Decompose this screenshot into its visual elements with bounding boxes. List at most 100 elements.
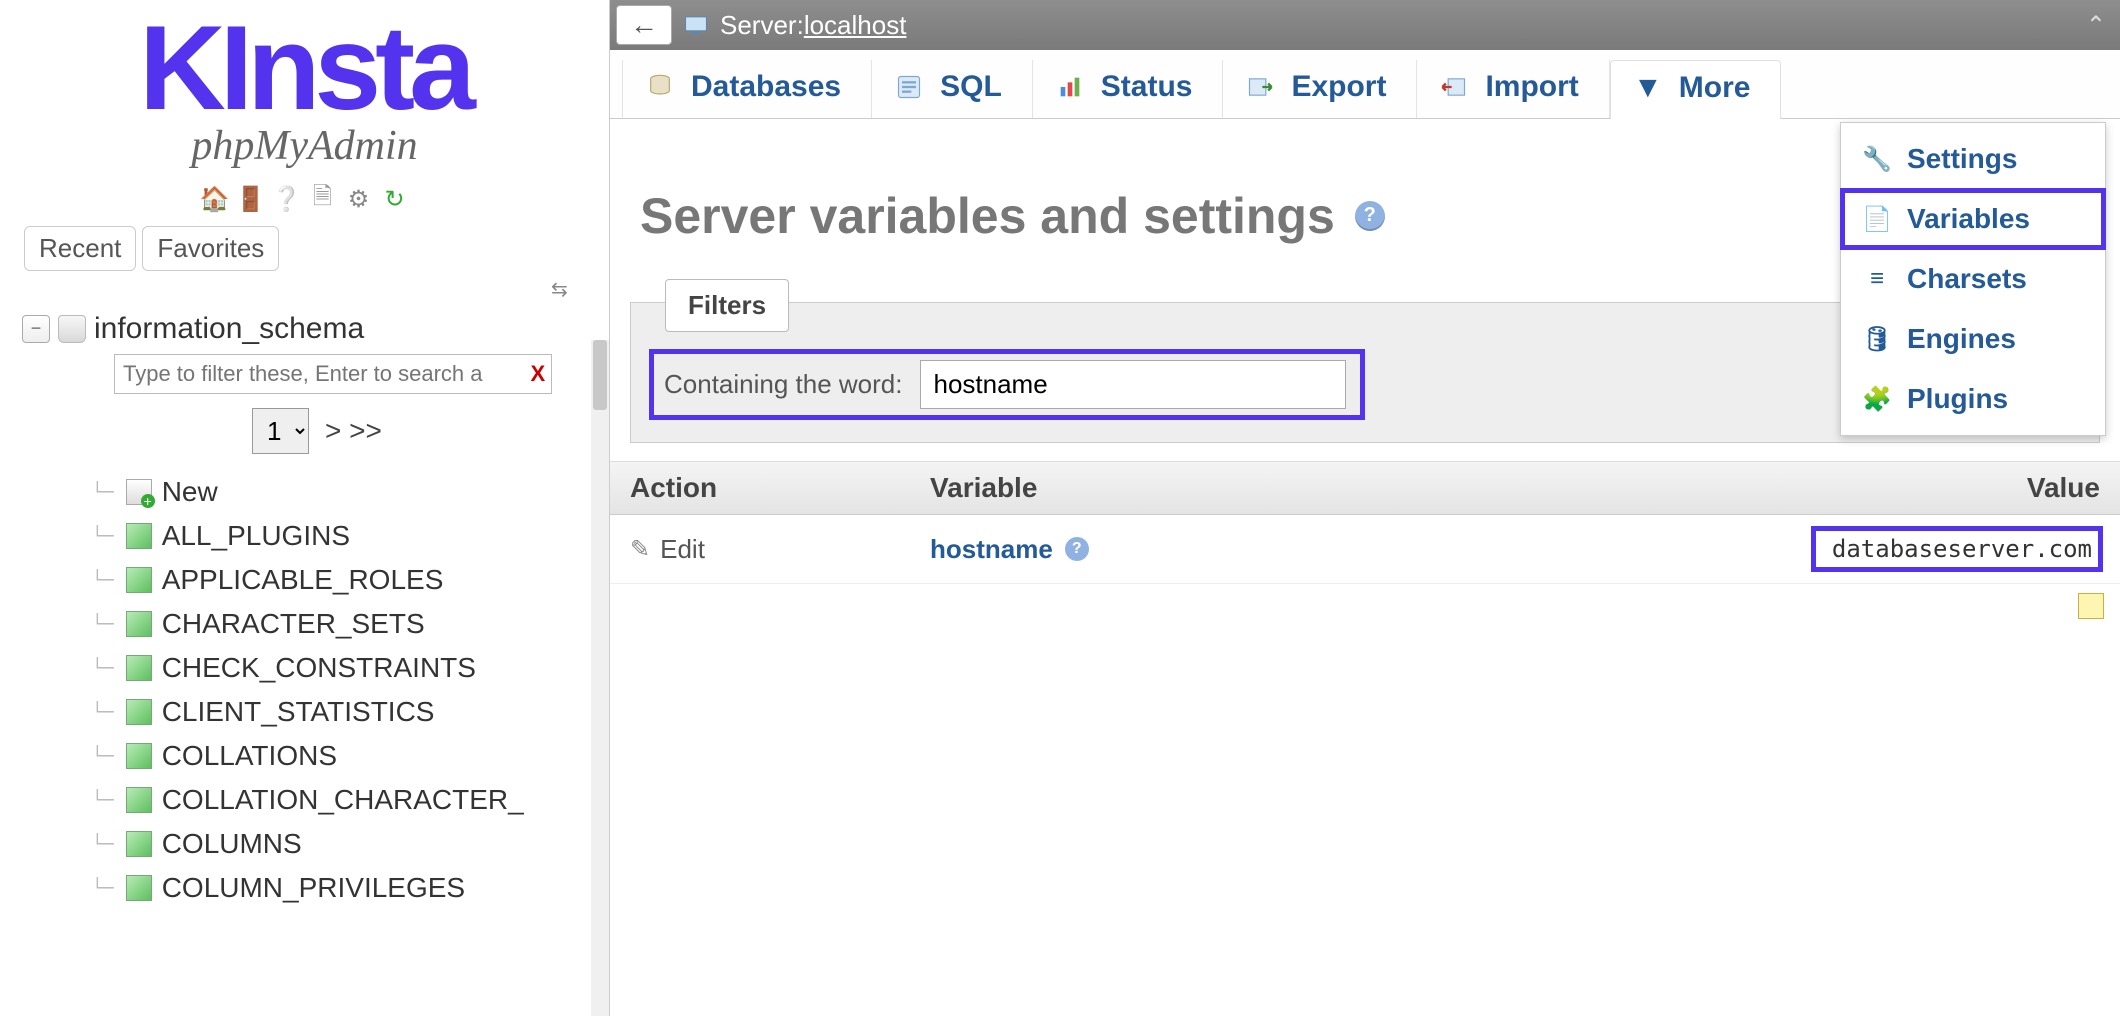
page-help-icon[interactable]: ? xyxy=(1355,201,1385,231)
table-icon xyxy=(126,567,152,593)
tab-label: Databases xyxy=(691,70,841,104)
tree-item-new[interactable]: └─New xyxy=(92,470,609,514)
sidebar: KInsta phpMyAdmin 🏠 🚪 ❔ 🗎 ⚙ ↻ Recent Fav… xyxy=(0,0,610,1016)
dropdown-item-variables[interactable]: 📄Variables xyxy=(1841,189,2105,249)
tab-export[interactable]: Export xyxy=(1223,60,1417,118)
table-icon xyxy=(126,655,152,681)
tree-item-label: COLLATIONS xyxy=(162,740,337,772)
dropdown-item-engines[interactable]: 🛢Engines xyxy=(1841,309,2105,369)
charsets-icon: ≡ xyxy=(1863,265,1891,293)
table-icon xyxy=(126,523,152,549)
tree-item-label: CHECK_CONSTRAINTS xyxy=(162,652,476,684)
reload-icon[interactable]: ↻ xyxy=(380,184,410,214)
dropdown-item-settings[interactable]: 🔧 Settings xyxy=(1841,129,2105,189)
server-icon xyxy=(682,11,710,39)
import-icon xyxy=(1439,72,1469,102)
tree-filter-input[interactable] xyxy=(114,354,552,394)
wrench-icon: 🔧 xyxy=(1863,145,1891,173)
tree-item-label: COLUMNS xyxy=(162,828,302,860)
home-icon[interactable]: 🏠 xyxy=(200,184,230,214)
variables-table: Action Variable Value ✎ Edit hostname ? … xyxy=(610,461,2120,584)
tree-connector-icon: └─ xyxy=(92,614,114,635)
tree-item-table[interactable]: └─ CHECK_CONSTRAINTS xyxy=(92,646,609,690)
tree-connector-icon: └─ xyxy=(92,702,114,723)
table-icon xyxy=(126,831,152,857)
tree-pager-next[interactable]: > >> xyxy=(325,415,382,447)
collapse-tree-icon[interactable]: ⇆ xyxy=(551,277,587,302)
tabbar: DatabasesSQLStatusExportImport ▼ More 🔧S… xyxy=(610,50,2120,119)
tab-databases[interactable]: Databases xyxy=(622,60,872,118)
tree-item-table[interactable]: └─ALL_PLUGINS xyxy=(92,514,609,558)
table-icon xyxy=(126,743,152,769)
cell-variable[interactable]: hostname ? xyxy=(930,534,1800,565)
sidebar-scrollbar[interactable] xyxy=(591,340,609,1016)
column-header-variable: Variable xyxy=(930,472,1800,504)
tab-import[interactable]: Import xyxy=(1417,60,1609,118)
collapse-topbar-icon[interactable]: ⌃ xyxy=(2086,11,2106,40)
topbar: ← Server: localhost ⌃ xyxy=(610,0,2120,50)
variables-table-row: ✎ Edit hostname ? databaseserver.com xyxy=(610,515,2120,584)
dropdown-item-charsets[interactable]: ≡ Charsets xyxy=(1841,249,2105,309)
breadcrumb-value[interactable]: localhost xyxy=(804,10,907,41)
column-header-value: Value xyxy=(1800,472,2100,504)
tree-connector-icon: └─ xyxy=(92,790,114,811)
filters-legend: Filters xyxy=(665,279,789,332)
favorites-tab[interactable]: Favorites xyxy=(142,226,279,271)
tree-item-table[interactable]: └─ COLUMN_PRIVILEGES xyxy=(92,866,609,910)
filter-word-input[interactable] xyxy=(920,360,1346,409)
database-icon xyxy=(58,315,86,343)
tab-more[interactable]: ▼ More xyxy=(1610,60,1782,119)
scrollbar-thumb[interactable] xyxy=(593,340,607,410)
bookmark-icon[interactable] xyxy=(2078,593,2104,619)
dropdown-item-label: Plugins xyxy=(1907,383,2008,415)
tree-item-table[interactable]: └─COLUMNS xyxy=(92,822,609,866)
tree-item-table[interactable]: └─APPLICABLE_ROLES xyxy=(92,558,609,602)
variables-icon: 📄 xyxy=(1863,205,1891,233)
new-table-icon xyxy=(126,479,152,505)
logout-icon[interactable]: 🚪 xyxy=(236,184,266,214)
settings-gear-icon[interactable]: ⚙ xyxy=(344,184,374,214)
more-dropdown: 🔧 Settings 📄Variables ≡ Charsets 🛢Engines🧩Plu… xyxy=(1840,122,2106,436)
tree-item-table[interactable]: └─ COLLATIONS xyxy=(92,734,609,778)
brand-subtitle: phpMyAdmin xyxy=(0,122,609,170)
tree-toggle-icon[interactable]: − xyxy=(22,315,50,343)
dropdown-item-plugins[interactable]: 🧩Plugins xyxy=(1841,369,2105,429)
edit-label: Edit xyxy=(660,534,705,565)
help-icon[interactable]: ❔ xyxy=(272,184,302,214)
sidebar-quick-icons: 🏠 🚪 ❔ 🗎 ⚙ ↻ xyxy=(0,184,609,214)
tree-connector-icon: └─ xyxy=(92,570,114,591)
tab-status[interactable]: Status xyxy=(1033,60,1224,118)
tree-page-selector[interactable]: 1 xyxy=(252,408,309,454)
tree-database-label: information_schema xyxy=(94,312,364,346)
dropdown-item-label: Charsets xyxy=(1907,263,2027,295)
document-icon[interactable]: 🗎 xyxy=(308,184,338,214)
status-icon xyxy=(1055,72,1085,102)
database-icon xyxy=(645,72,675,102)
tree-item-label: New xyxy=(162,476,218,508)
dropdown-item-label: Settings xyxy=(1907,143,2017,175)
tree-item-label: CLIENT_STATISTICS xyxy=(162,696,435,728)
brand-logo: KInsta xyxy=(0,0,609,128)
engines-icon: 🛢 xyxy=(1863,325,1891,353)
tree-item-table[interactable]: └─COLLATION_CHARACTER_ xyxy=(92,778,609,822)
tree-item-label: COLUMN_PRIVILEGES xyxy=(162,872,465,904)
back-button[interactable]: ← xyxy=(616,5,672,45)
column-header-action: Action xyxy=(630,472,930,504)
tree-database-row[interactable]: − information_schema xyxy=(22,312,609,346)
filter-label: Containing the word: xyxy=(664,369,902,400)
tree-connector-icon: └─ xyxy=(92,878,114,899)
tree-item-table[interactable]: └─CHARACTER_SETS xyxy=(92,602,609,646)
recent-tab[interactable]: Recent xyxy=(24,226,136,271)
cell-action[interactable]: ✎ Edit xyxy=(630,534,930,565)
tree-connector-icon: └─ xyxy=(92,746,114,767)
tree-item-table[interactable]: └─ CLIENT_STATISTICS xyxy=(92,690,609,734)
tab-sql[interactable]: SQL xyxy=(872,60,1033,118)
cell-value: databaseserver.com xyxy=(1800,529,2100,569)
export-icon xyxy=(1245,72,1275,102)
tree-connector-icon: └─ xyxy=(92,658,114,679)
variable-help-icon[interactable]: ? xyxy=(1065,537,1089,561)
variable-value: databaseserver.com xyxy=(1814,529,2100,569)
pencil-icon: ✎ xyxy=(630,535,650,564)
clear-filter-icon[interactable]: X xyxy=(530,361,545,386)
breadcrumb-label: Server: xyxy=(720,10,804,41)
